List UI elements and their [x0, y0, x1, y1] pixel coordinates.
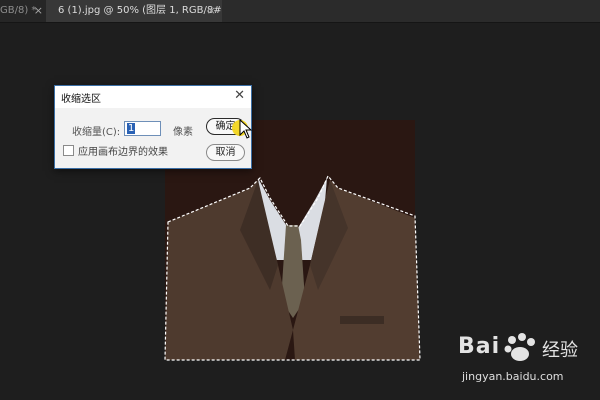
dialog-title: 收缩选区 — [61, 94, 101, 105]
contract-amount-input[interactable]: 1 — [124, 121, 161, 136]
tab-close-icon[interactable]: × — [207, 0, 216, 22]
tab-active-document[interactable]: 6 (1).jpg @ 50% (图层 1, RGB/8#) * × — [46, 0, 222, 22]
contract-selection-dialog: 收缩选区 ✕ 收缩量(C): 1 像素 确定 取消 应用画布边界的效果 — [54, 85, 252, 169]
tab-title: 6 (1).jpg @ 50% (图层 1, RGB/8#) * — [58, 5, 222, 16]
dialog-titlebar[interactable]: 收缩选区 ✕ — [55, 86, 251, 108]
baidu-watermark: Bai 经验 jingyan.baidu.com — [452, 330, 592, 396]
tab-close-icon[interactable]: × — [34, 0, 43, 22]
unit-label: 像素 — [173, 127, 193, 138]
amount-value: 1 — [127, 123, 136, 134]
tab-title: GB/8) * — [0, 5, 37, 16]
canvas-bounds-checkbox[interactable] — [63, 145, 74, 156]
watermark-suffix: 经验 — [542, 340, 578, 361]
document-tab-bar: GB/8) * × 6 (1).jpg @ 50% (图层 1, RGB/8#)… — [0, 0, 600, 23]
suit-image-with-selection[interactable] — [160, 170, 430, 370]
watermark-logo: Bai — [458, 334, 501, 359]
mouse-cursor-icon — [239, 118, 253, 139]
checkbox-label: 应用画布边界的效果 — [78, 147, 168, 158]
paw-icon — [504, 333, 535, 361]
close-icon[interactable]: ✕ — [234, 89, 245, 103]
amount-label: 收缩量(C): — [72, 127, 121, 138]
watermark-url: jingyan.baidu.com — [462, 370, 564, 383]
cancel-button[interactable]: 取消 — [206, 144, 245, 161]
tab-previous-document[interactable]: GB/8) * × — [0, 0, 47, 22]
